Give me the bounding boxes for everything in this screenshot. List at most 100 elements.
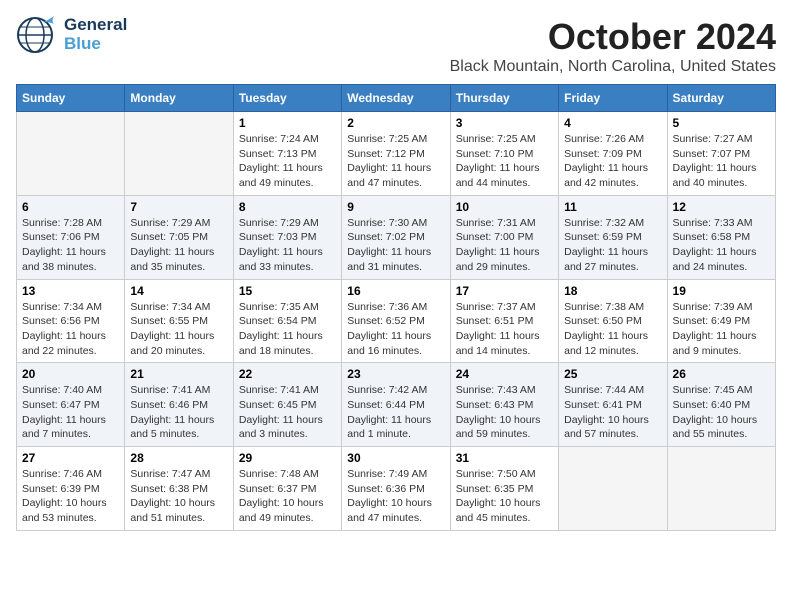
calendar-cell: 7 Sunrise: 7:29 AM Sunset: 7:05 PM Daylig… [125, 195, 233, 279]
day-info: Sunrise: 7:34 AM Sunset: 6:56 PM Dayligh… [22, 300, 119, 359]
day-number: 26 [673, 367, 770, 381]
day-info: Sunrise: 7:48 AM Sunset: 6:37 PM Dayligh… [239, 467, 336, 526]
day-number: 20 [22, 367, 119, 381]
day-number: 14 [130, 284, 227, 298]
day-info: Sunrise: 7:42 AM Sunset: 6:44 PM Dayligh… [347, 383, 444, 442]
day-info: Sunrise: 7:30 AM Sunset: 7:02 PM Dayligh… [347, 216, 444, 275]
calendar-cell: 29 Sunrise: 7:48 AM Sunset: 6:37 PM Dayli… [233, 447, 341, 531]
day-info: Sunrise: 7:26 AM Sunset: 7:09 PM Dayligh… [564, 132, 661, 191]
day-number: 12 [673, 200, 770, 214]
title-block: October 2024 Black Mountain, North Carol… [450, 16, 776, 76]
calendar-week-row: 13 Sunrise: 7:34 AM Sunset: 6:56 PM Dayli… [17, 279, 776, 363]
calendar-cell: 21 Sunrise: 7:41 AM Sunset: 6:46 PM Dayli… [125, 363, 233, 447]
calendar-cell: 17Sunrise: 7:37 AM Sunset: 6:51 PM Dayli… [450, 279, 558, 363]
calendar-cell: 8 Sunrise: 7:29 AM Sunset: 7:03 PM Daylig… [233, 195, 341, 279]
calendar-cell: 12 Sunrise: 7:33 AM Sunset: 6:58 PM Dayli… [667, 195, 775, 279]
calendar-cell: 18 Sunrise: 7:38 AM Sunset: 6:50 PM Dayli… [559, 279, 667, 363]
day-number: 6 [22, 200, 119, 214]
day-number: 22 [239, 367, 336, 381]
logo-line2: Blue [64, 35, 127, 54]
day-number: 10 [456, 200, 553, 214]
day-number: 16 [347, 284, 444, 298]
calendar-cell: 11 Sunrise: 7:32 AM Sunset: 6:59 PM Dayli… [559, 195, 667, 279]
calendar-cell: 10Sunrise: 7:31 AM Sunset: 7:00 PM Dayli… [450, 195, 558, 279]
day-info: Sunrise: 7:33 AM Sunset: 6:58 PM Dayligh… [673, 216, 770, 275]
calendar-cell: 14 Sunrise: 7:34 AM Sunset: 6:55 PM Dayli… [125, 279, 233, 363]
day-number: 19 [673, 284, 770, 298]
day-info: Sunrise: 7:27 AM Sunset: 7:07 PM Dayligh… [673, 132, 770, 191]
calendar-cell: 3Sunrise: 7:25 AM Sunset: 7:10 PM Daylig… [450, 112, 558, 196]
day-info: Sunrise: 7:40 AM Sunset: 6:47 PM Dayligh… [22, 383, 119, 442]
calendar-cell: 16Sunrise: 7:36 AM Sunset: 6:52 PM Dayli… [342, 279, 450, 363]
calendar-week-row: 20 Sunrise: 7:40 AM Sunset: 6:47 PM Dayli… [17, 363, 776, 447]
day-number: 30 [347, 451, 444, 465]
calendar-cell: 15 Sunrise: 7:35 AM Sunset: 6:54 PM Dayli… [233, 279, 341, 363]
day-info: Sunrise: 7:34 AM Sunset: 6:55 PM Dayligh… [130, 300, 227, 359]
month-title: October 2024 [450, 16, 776, 58]
day-info: Sunrise: 7:37 AM Sunset: 6:51 PM Dayligh… [456, 300, 553, 359]
calendar-cell: 28 Sunrise: 7:47 AM Sunset: 6:38 PM Dayli… [125, 447, 233, 531]
day-info: Sunrise: 7:46 AM Sunset: 6:39 PM Dayligh… [22, 467, 119, 526]
calendar-cell: 22 Sunrise: 7:41 AM Sunset: 6:45 PM Dayli… [233, 363, 341, 447]
day-info: Sunrise: 7:44 AM Sunset: 6:41 PM Dayligh… [564, 383, 661, 442]
calendar-cell: 6Sunrise: 7:28 AM Sunset: 7:06 PM Daylig… [17, 195, 125, 279]
logo: General Blue [16, 16, 127, 54]
calendar-header-saturday: Saturday [667, 85, 775, 112]
globe-icon [16, 16, 54, 54]
calendar-cell: 25 Sunrise: 7:44 AM Sunset: 6:41 PM Dayli… [559, 363, 667, 447]
day-number: 5 [673, 116, 770, 130]
calendar-cell: 26 Sunrise: 7:45 AM Sunset: 6:40 PM Dayli… [667, 363, 775, 447]
day-number: 15 [239, 284, 336, 298]
calendar-cell: 24 Sunrise: 7:43 AM Sunset: 6:43 PM Dayli… [450, 363, 558, 447]
calendar-header-monday: Monday [125, 85, 233, 112]
day-number: 27 [22, 451, 119, 465]
calendar-week-row: 1Sunrise: 7:24 AM Sunset: 7:13 PM Daylig… [17, 112, 776, 196]
day-info: Sunrise: 7:35 AM Sunset: 6:54 PM Dayligh… [239, 300, 336, 359]
day-info: Sunrise: 7:32 AM Sunset: 6:59 PM Dayligh… [564, 216, 661, 275]
page-header: General Blue October 2024 Black Mountain… [16, 16, 776, 76]
day-number: 28 [130, 451, 227, 465]
day-number: 25 [564, 367, 661, 381]
calendar-header-thursday: Thursday [450, 85, 558, 112]
day-info: Sunrise: 7:47 AM Sunset: 6:38 PM Dayligh… [130, 467, 227, 526]
calendar-cell: 4 Sunrise: 7:26 AM Sunset: 7:09 PM Daylig… [559, 112, 667, 196]
calendar-cell: 31Sunrise: 7:50 AM Sunset: 6:35 PM Dayli… [450, 447, 558, 531]
day-number: 4 [564, 116, 661, 130]
day-number: 7 [130, 200, 227, 214]
day-info: Sunrise: 7:43 AM Sunset: 6:43 PM Dayligh… [456, 383, 553, 442]
day-number: 24 [456, 367, 553, 381]
location-title: Black Mountain, North Carolina, United S… [450, 58, 776, 76]
day-number: 23 [347, 367, 444, 381]
calendar-cell [17, 112, 125, 196]
day-number: 18 [564, 284, 661, 298]
logo-line1: General [64, 16, 127, 35]
calendar-cell: 19Sunrise: 7:39 AM Sunset: 6:49 PM Dayli… [667, 279, 775, 363]
day-number: 21 [130, 367, 227, 381]
calendar-table: SundayMondayTuesdayWednesdayThursdayFrid… [16, 84, 776, 531]
day-number: 2 [347, 116, 444, 130]
day-info: Sunrise: 7:45 AM Sunset: 6:40 PM Dayligh… [673, 383, 770, 442]
day-number: 8 [239, 200, 336, 214]
day-info: Sunrise: 7:25 AM Sunset: 7:10 PM Dayligh… [456, 132, 553, 191]
calendar-header-row: SundayMondayTuesdayWednesdayThursdayFrid… [17, 85, 776, 112]
day-info: Sunrise: 7:41 AM Sunset: 6:46 PM Dayligh… [130, 383, 227, 442]
calendar-header-friday: Friday [559, 85, 667, 112]
day-info: Sunrise: 7:29 AM Sunset: 7:05 PM Dayligh… [130, 216, 227, 275]
day-info: Sunrise: 7:29 AM Sunset: 7:03 PM Dayligh… [239, 216, 336, 275]
day-info: Sunrise: 7:41 AM Sunset: 6:45 PM Dayligh… [239, 383, 336, 442]
day-number: 29 [239, 451, 336, 465]
calendar-cell: 23 Sunrise: 7:42 AM Sunset: 6:44 PM Dayli… [342, 363, 450, 447]
calendar-week-row: 27 Sunrise: 7:46 AM Sunset: 6:39 PM Dayli… [17, 447, 776, 531]
day-number: 11 [564, 200, 661, 214]
day-info: Sunrise: 7:38 AM Sunset: 6:50 PM Dayligh… [564, 300, 661, 359]
calendar-header-tuesday: Tuesday [233, 85, 341, 112]
calendar-cell: 9 Sunrise: 7:30 AM Sunset: 7:02 PM Daylig… [342, 195, 450, 279]
day-number: 9 [347, 200, 444, 214]
day-number: 1 [239, 116, 336, 130]
calendar-header-wednesday: Wednesday [342, 85, 450, 112]
day-number: 13 [22, 284, 119, 298]
calendar-cell: 30Sunrise: 7:49 AM Sunset: 6:36 PM Dayli… [342, 447, 450, 531]
calendar-cell: 20 Sunrise: 7:40 AM Sunset: 6:47 PM Dayli… [17, 363, 125, 447]
calendar-cell: 13 Sunrise: 7:34 AM Sunset: 6:56 PM Dayli… [17, 279, 125, 363]
calendar-week-row: 6Sunrise: 7:28 AM Sunset: 7:06 PM Daylig… [17, 195, 776, 279]
